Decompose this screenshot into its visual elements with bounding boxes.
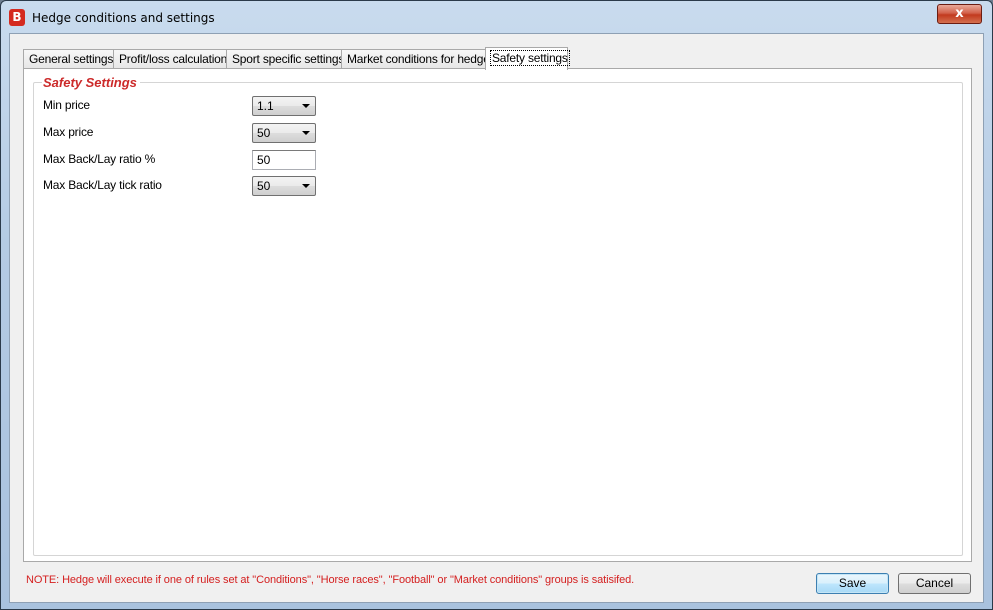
app-logo-icon: B xyxy=(9,9,25,26)
tab-label: Profit/loss calculation xyxy=(119,52,228,66)
window-title: Hedge conditions and settings xyxy=(32,11,215,25)
tab-market-conditions-for-hedge[interactable]: Market conditions for hedge xyxy=(341,49,490,69)
max-back-lay-ratio-input[interactable]: 50 xyxy=(252,150,316,170)
max-back-lay-tick-ratio-value: 50 xyxy=(257,179,271,193)
close-button[interactable]: x xyxy=(937,4,982,24)
tab-sport-specific-settings[interactable]: Sport specific settings xyxy=(226,49,345,69)
max-price-value: 50 xyxy=(257,126,271,140)
max-price-select[interactable]: 50 xyxy=(252,123,316,143)
max-back-lay-tick-ratio-select[interactable]: 50 xyxy=(252,176,316,196)
cancel-button[interactable]: Cancel xyxy=(898,573,971,594)
chevron-down-icon xyxy=(302,131,310,135)
max-back-lay-ratio-label: Max Back/Lay ratio % xyxy=(43,152,156,166)
title-bar[interactable]: B Hedge conditions and settings x xyxy=(1,1,992,33)
save-button[interactable]: Save xyxy=(816,573,889,594)
tab-label: General settings xyxy=(29,52,114,66)
min-price-value: 1.1 xyxy=(257,99,274,113)
min-price-label: Min price xyxy=(43,98,90,112)
tab-profit-loss-calculation[interactable]: Profit/loss calculation xyxy=(113,49,227,69)
group-title: Safety Settings xyxy=(42,75,140,90)
tab-label: Market conditions for hedge xyxy=(347,52,490,66)
tab-label: Sport specific settings xyxy=(232,52,345,66)
max-price-label: Max price xyxy=(43,125,94,139)
hedge-note: NOTE: Hedge will execute if one of rules… xyxy=(26,574,635,586)
chevron-down-icon xyxy=(302,184,310,188)
dialog-client-area: General settings Profit/loss calculation… xyxy=(9,33,984,603)
tab-general-settings[interactable]: General settings xyxy=(23,49,114,69)
max-back-lay-tick-ratio-label: Max Back/Lay tick ratio xyxy=(43,178,162,192)
chevron-down-icon xyxy=(302,104,310,108)
dialog-window: B Hedge conditions and settings x Genera… xyxy=(0,0,993,610)
tab-safety-settings[interactable]: Safety settings xyxy=(485,47,570,70)
safety-settings-panel: Safety Settings Min price 1.1 Max price … xyxy=(23,68,972,562)
safety-settings-group: Safety Settings Min price 1.1 Max price … xyxy=(33,75,963,556)
tab-label: Safety settings xyxy=(490,50,570,66)
min-price-select[interactable]: 1.1 xyxy=(252,96,316,116)
